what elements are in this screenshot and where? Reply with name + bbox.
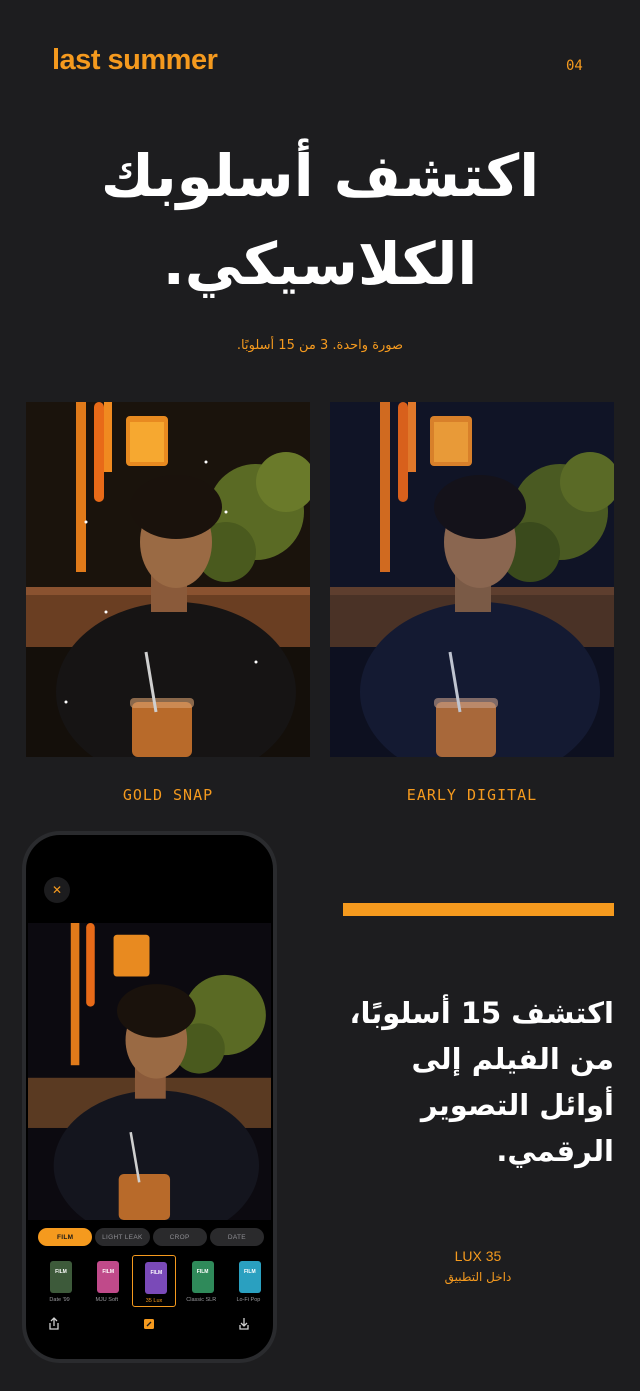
- film-item[interactable]: Lo-Fi Pop: [227, 1255, 270, 1307]
- film-name: Classic SLR: [186, 1297, 217, 1303]
- brand-logo: last summer: [52, 44, 218, 76]
- film-item[interactable]: MJU Soft: [85, 1255, 128, 1307]
- bottom-toolbar: [26, 1313, 273, 1335]
- close-icon[interactable]: ✕: [44, 877, 70, 903]
- film-item[interactable]: Classic SLR: [180, 1255, 223, 1307]
- film-name: Lo-Fi Pop: [236, 1297, 261, 1303]
- film-item[interactable]: Date '99: [38, 1255, 81, 1307]
- filter-tabs: FILM LIGHT LEAK CROP DATE: [38, 1228, 264, 1246]
- film-item-selected[interactable]: 35 Lux: [132, 1255, 176, 1307]
- tab-date[interactable]: DATE: [209, 1228, 264, 1246]
- phone-mockup: ✕ FILM LIGHT LEAK CROP DATE FILM Date '9…: [22, 831, 277, 1363]
- tab-light-leak[interactable]: LIGHT LEAK: [95, 1228, 150, 1246]
- film-name: MJU Soft: [95, 1297, 119, 1303]
- edit-icon[interactable]: [141, 1316, 157, 1332]
- accent-divider: [343, 903, 614, 916]
- share-icon[interactable]: [46, 1316, 62, 1332]
- label-gold-snap: GOLD SNAP: [122, 786, 214, 804]
- film-can-icon: [50, 1261, 72, 1293]
- feature-text: اكتشف 15 أسلوبًا، من الفيلم إلى أوائل ال…: [349, 996, 614, 1168]
- film-can-icon: [238, 1261, 261, 1293]
- tab-crop[interactable]: CROP: [152, 1228, 207, 1246]
- hero-subline: صورة واحدة. 3 من 15 أسلوبًا.: [236, 338, 404, 353]
- film-carousel: Date '99 MJU Soft 35 Lux Classic SLR Lo-…: [38, 1255, 270, 1307]
- tab-film[interactable]: FILM: [38, 1228, 93, 1246]
- style-subtitle: داخل التطبيق: [444, 1270, 512, 1284]
- film-name: Date '99: [49, 1297, 70, 1303]
- photo-early-digital: [330, 402, 614, 757]
- film-can-icon: [97, 1261, 120, 1293]
- label-early-digital: EARLY DIGITAL: [406, 786, 538, 804]
- hero-headline: اكتشف أسلوبك الكلاسيكي.: [100, 142, 540, 298]
- download-icon[interactable]: [236, 1316, 252, 1332]
- film-can-icon: [145, 1262, 168, 1294]
- phone-preview-photo: [28, 923, 271, 1220]
- phone-screen: ✕ FILM LIGHT LEAK CROP DATE FILM Date '9…: [26, 835, 273, 1359]
- film-name: 35 Lux: [145, 1298, 163, 1304]
- page-number: 04: [566, 58, 583, 74]
- photo-gold-snap: [26, 402, 310, 757]
- style-name: LUX 35: [454, 1248, 502, 1264]
- film-can-icon: [191, 1261, 214, 1293]
